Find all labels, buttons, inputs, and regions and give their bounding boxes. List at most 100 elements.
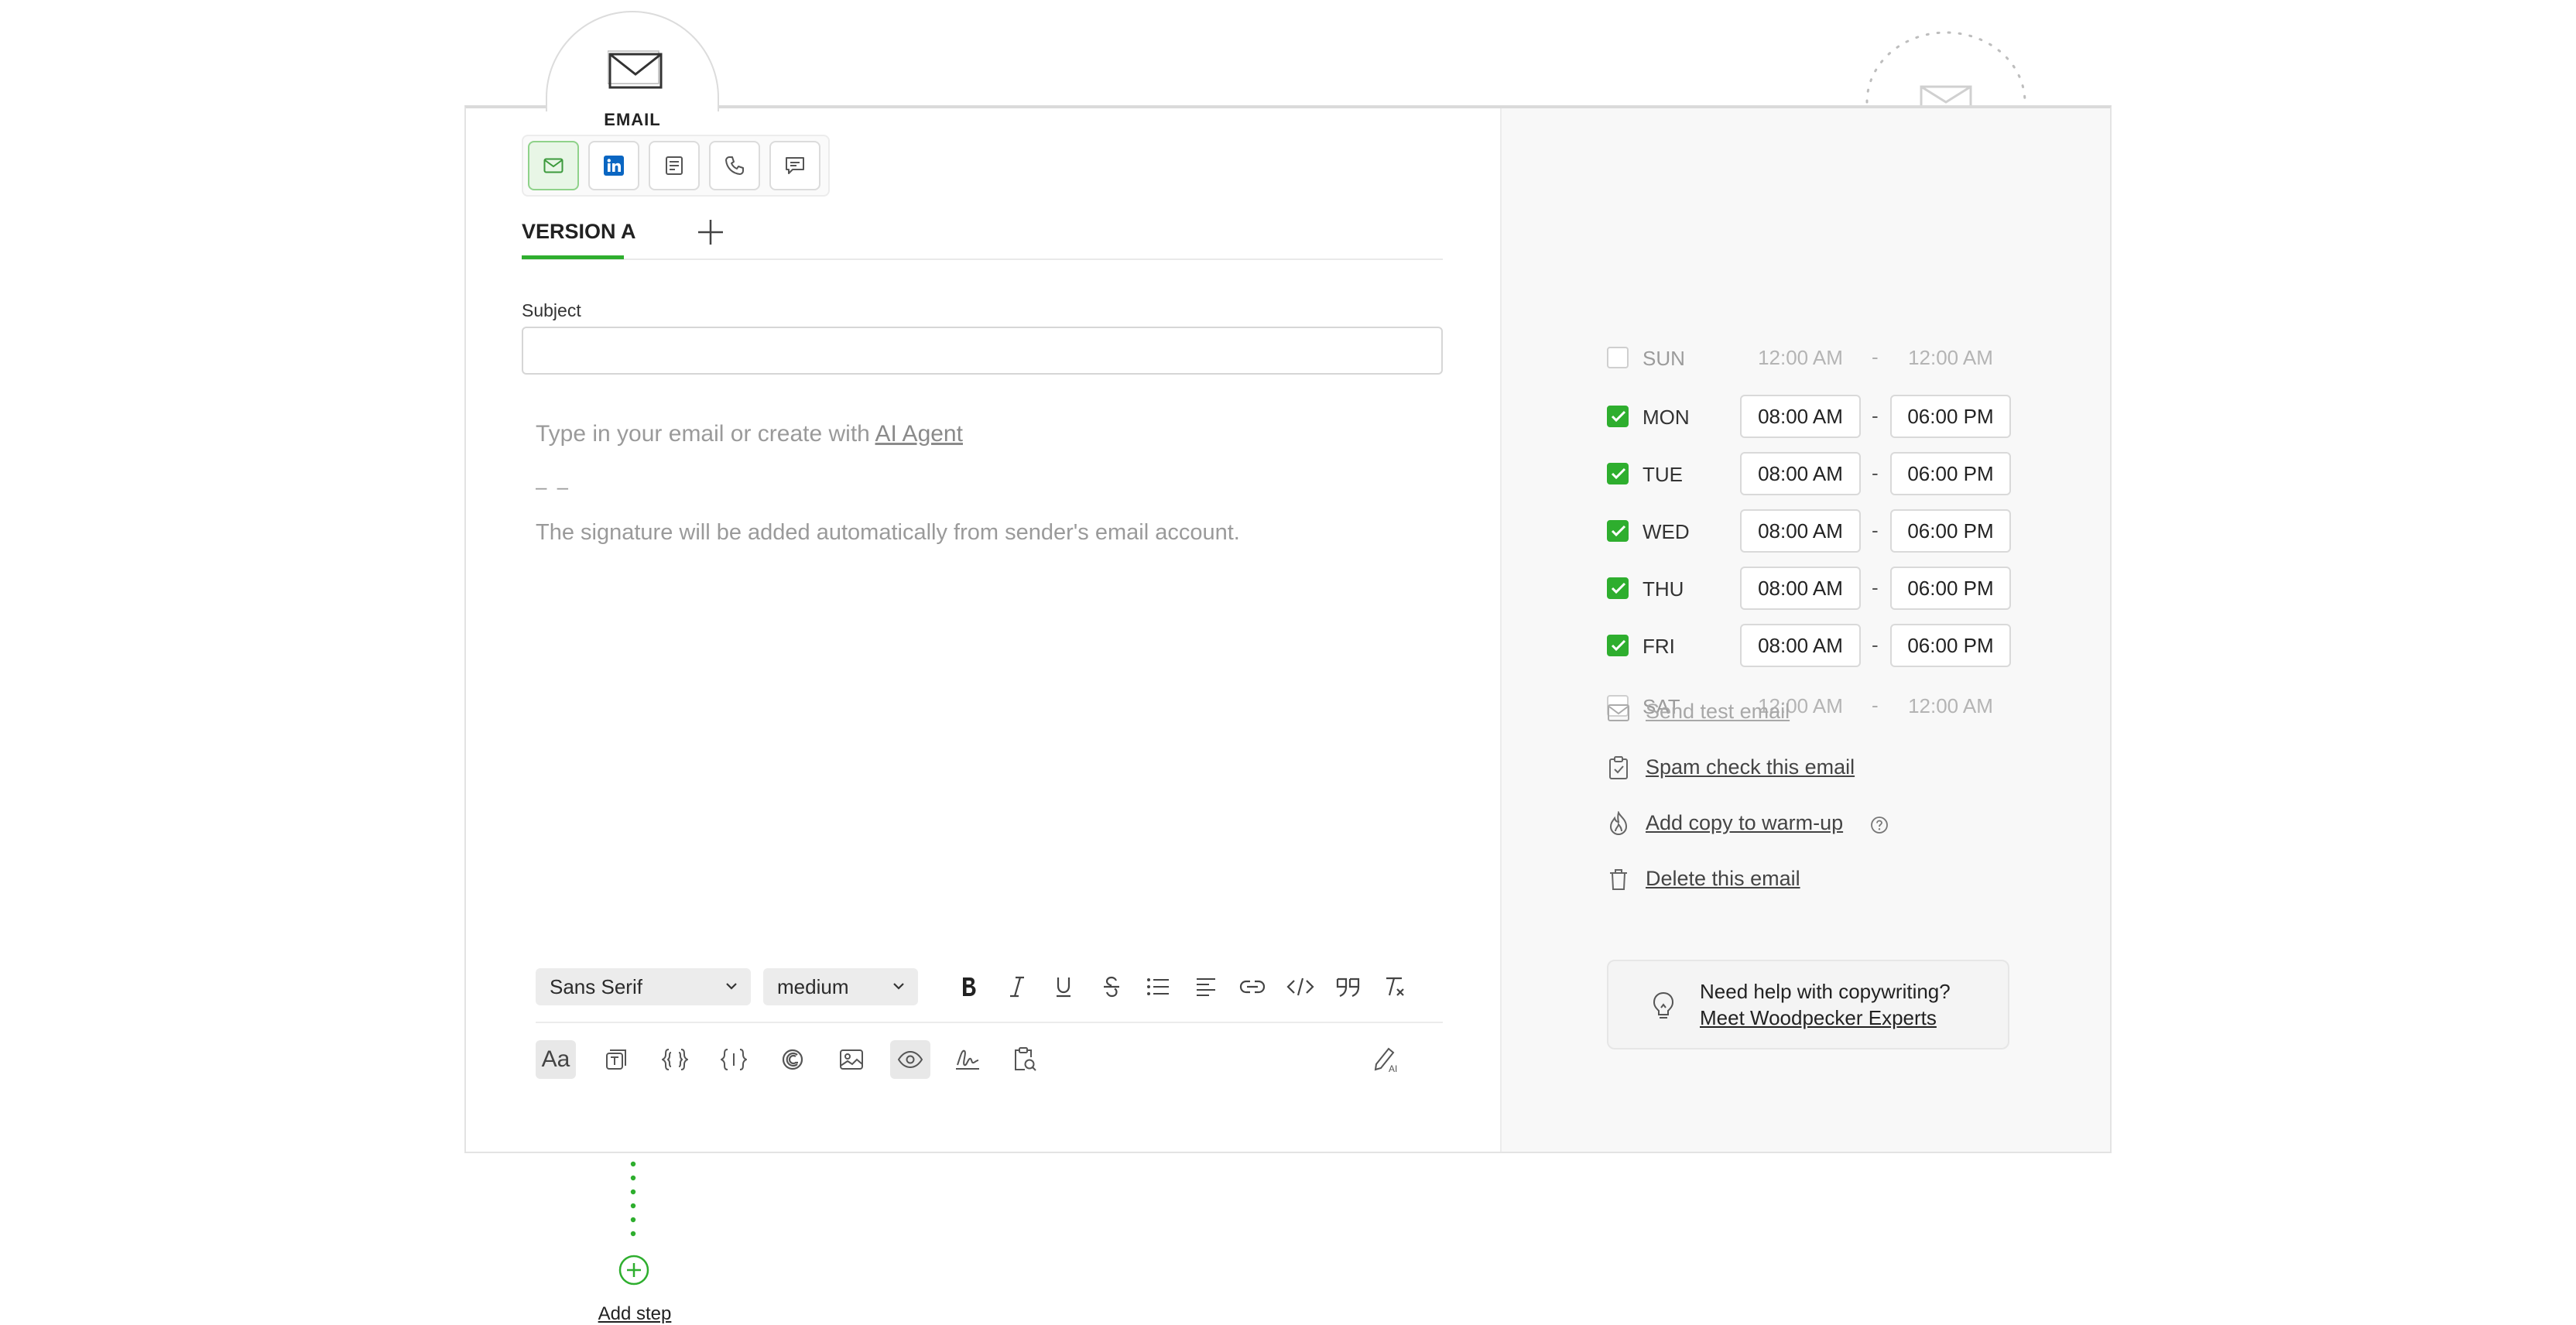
subject-label: Subject (522, 300, 581, 320)
start-time-input[interactable]: 08:00 AM (1740, 452, 1861, 495)
envelope-icon (608, 50, 663, 89)
strikethrough-icon (1104, 976, 1119, 998)
text-case-label: Aa (541, 1046, 570, 1072)
font-family-value: Sans Serif (550, 974, 642, 998)
link-button[interactable] (1235, 969, 1269, 1005)
email-channel-icon (543, 158, 564, 173)
quote-button[interactable] (1331, 969, 1365, 1005)
ai-edit-icon: AI (1374, 1047, 1397, 1073)
sms-channel-button[interactable] (769, 141, 820, 190)
font-size-select[interactable]: medium (763, 968, 918, 1005)
start-time-input[interactable]: 12:00 AM (1740, 336, 1861, 379)
italic-button[interactable] (1000, 969, 1034, 1005)
start-time-input[interactable]: 08:00 AM (1740, 509, 1861, 553)
code-button[interactable] (1283, 969, 1317, 1005)
add-to-warmup-action[interactable]: Add copy to warm-up (1607, 808, 1994, 839)
spam-check-action[interactable]: Spam check this email (1607, 752, 1994, 783)
step-connector (630, 1161, 636, 1237)
end-time-input[interactable]: 06:00 PM (1890, 624, 2011, 667)
woodpecker-experts-link[interactable]: Meet Woodpecker Experts (1700, 1006, 1937, 1030)
align-button[interactable] (1189, 969, 1223, 1005)
signature-icon (956, 1049, 979, 1070)
send-test-email-action[interactable]: Send test email (1607, 697, 1994, 728)
help-question: Need help with copywriting? (1700, 980, 1951, 1003)
start-time-input[interactable]: 08:00 AM (1740, 395, 1861, 438)
channel-selector (522, 135, 830, 197)
editor-placeholder-text: Type in your email or create with (536, 421, 875, 447)
strikethrough-button[interactable] (1094, 969, 1129, 1005)
ghost-step-tab (1865, 31, 2026, 105)
add-version-icon[interactable] (695, 217, 726, 248)
preview-icon (897, 1051, 923, 1068)
variable-button[interactable] (655, 1040, 695, 1079)
day-checkbox[interactable] (1607, 463, 1629, 484)
bold-icon (963, 977, 976, 996)
checkmark-icon (1611, 467, 1626, 480)
linkedin-channel-button[interactable] (588, 141, 639, 190)
day-label: FRI (1643, 635, 1675, 658)
quote-icon (1336, 977, 1360, 998)
schedule-row-tue: TUE 08:00 AM -06:00 PM (1607, 452, 2087, 495)
fallback-variable-button[interactable] (714, 1040, 754, 1079)
end-time-input[interactable]: 06:00 PM (1890, 452, 2011, 495)
add-step-link[interactable]: Add step (588, 1303, 681, 1325)
delete-email-label: Delete this email (1646, 867, 1800, 890)
delete-email-action[interactable]: Delete this email (1607, 864, 1994, 895)
spam-check-button[interactable] (1005, 1040, 1045, 1079)
end-time-input[interactable]: 06:00 PM (1890, 509, 2011, 553)
schedule-row-mon: MON 08:00 AM -06:00 PM (1607, 395, 2087, 438)
task-channel-button[interactable] (649, 141, 700, 190)
start-time-input[interactable]: 08:00 AM (1740, 624, 1861, 667)
end-time-input[interactable]: 06:00 PM (1890, 395, 2011, 438)
day-checkbox[interactable] (1607, 406, 1629, 427)
day-label: SUN (1643, 347, 1685, 370)
underline-button[interactable] (1046, 969, 1081, 1005)
email-body-editor[interactable]: Type in your email or create with AI Age… (536, 421, 963, 447)
step-settings-panel: SUN 12:00 AM -12:00 AM MON 08:00 AM -06:00 PM… (1500, 108, 2110, 1152)
chat-icon (786, 157, 804, 174)
signature-button[interactable] (947, 1040, 988, 1079)
end-time-input[interactable]: 06:00 PM (1890, 567, 2011, 610)
ai-agent-link[interactable]: AI Agent (875, 421, 963, 447)
call-channel-button[interactable] (709, 141, 760, 190)
copywriting-help-box: Need help with copywriting? Meet Woodpec… (1607, 960, 2009, 1049)
day-label: MON (1643, 406, 1690, 429)
start-time-input[interactable]: 08:00 AM (1740, 567, 1861, 610)
tab-version-a[interactable]: VERSION A (522, 220, 636, 244)
font-family-select[interactable]: Sans Serif (536, 968, 751, 1005)
add-step-icon[interactable] (618, 1254, 650, 1286)
help-circle-icon[interactable] (1870, 816, 1889, 834)
preview-button[interactable] (890, 1040, 930, 1079)
task-icon (666, 156, 683, 175)
signature-separator: – – (536, 475, 571, 498)
image-button[interactable] (831, 1040, 872, 1079)
subject-input[interactable] (522, 327, 1443, 375)
time-range-separator: - (1872, 345, 1879, 368)
day-checkbox[interactable] (1607, 577, 1629, 599)
spintax-button[interactable] (772, 1040, 813, 1079)
underline-icon (1057, 977, 1070, 998)
email-step-tab[interactable]: EMAIL (546, 11, 719, 129)
bullet-list-button[interactable] (1141, 969, 1175, 1005)
ai-edit-button[interactable]: AI (1367, 1040, 1407, 1079)
day-label: TUE (1643, 463, 1683, 486)
spintax-icon (782, 1049, 803, 1070)
text-snippet-icon (606, 1049, 626, 1070)
schedule-row-thu: THU 08:00 AM -06:00 PM (1607, 567, 2087, 610)
day-checkbox[interactable] (1607, 520, 1629, 542)
day-checkbox[interactable] (1607, 635, 1629, 656)
spam-check-clipboard-icon (1015, 1047, 1036, 1071)
email-channel-button[interactable] (528, 141, 579, 190)
day-checkbox[interactable] (1607, 347, 1629, 368)
bold-button[interactable] (952, 969, 986, 1005)
end-time-input[interactable]: 12:00 AM (1890, 336, 2011, 379)
time-range-separator: - (1872, 519, 1879, 542)
checkmark-icon (1611, 639, 1626, 652)
snippet-button[interactable] (596, 1040, 636, 1079)
time-range-separator: - (1872, 633, 1879, 656)
checkmark-icon (1611, 582, 1626, 594)
clear-format-button[interactable] (1378, 969, 1412, 1005)
text-case-button[interactable]: Aa (536, 1040, 576, 1079)
send-test-email-label: Send test email (1646, 700, 1790, 723)
flame-icon (1609, 811, 1628, 836)
